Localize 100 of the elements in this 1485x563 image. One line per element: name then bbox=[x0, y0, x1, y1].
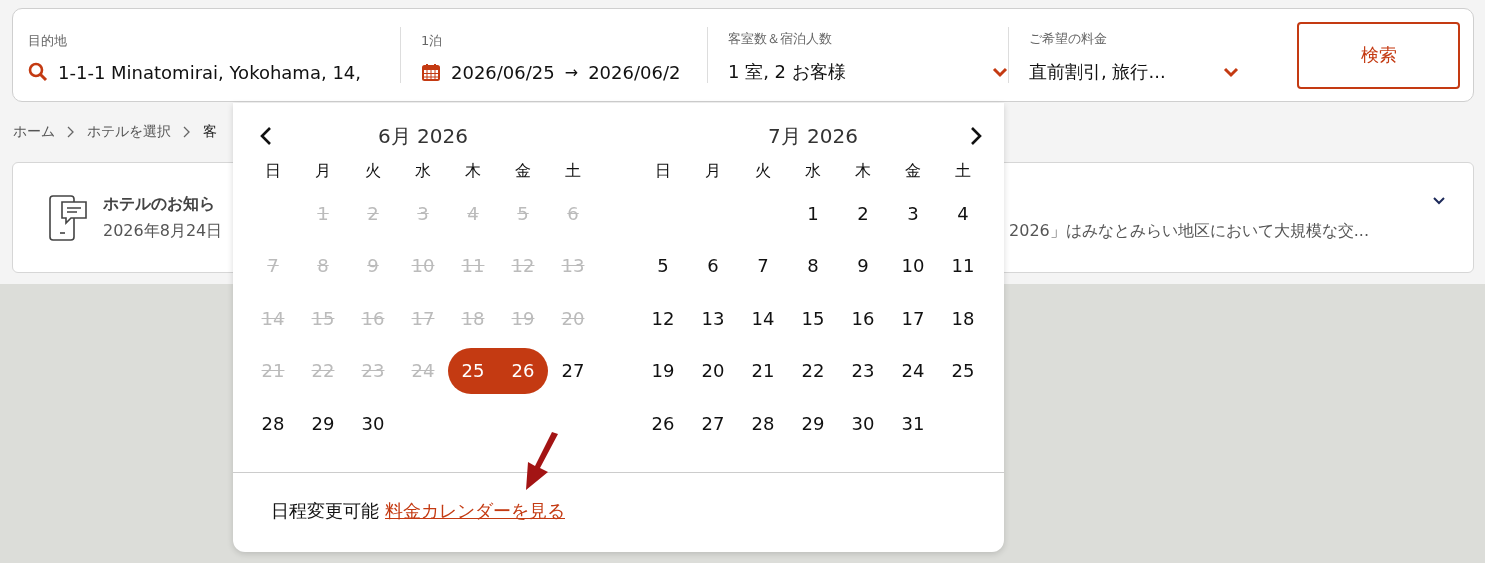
calendar-day: 8 bbox=[298, 242, 348, 289]
calendar-day[interactable]: 28 bbox=[738, 400, 788, 447]
calendar-day[interactable]: 25 bbox=[938, 347, 988, 394]
calendar-day[interactable]: 9 bbox=[838, 242, 888, 289]
calendar-day[interactable]: 11 bbox=[938, 242, 988, 289]
calendar-day[interactable]: 4 bbox=[938, 190, 988, 237]
phone-message-icon bbox=[49, 194, 89, 241]
calendar-day[interactable]: 30 bbox=[348, 400, 398, 447]
rate-calendar-link[interactable]: 料金カレンダーを見る bbox=[385, 499, 565, 523]
destination-field[interactable]: 1-1-1 Minatomirai, Yokohama, 14, bbox=[58, 61, 361, 83]
calendar-day[interactable]: 26 bbox=[638, 400, 688, 447]
calendar-day: 19 bbox=[498, 295, 548, 342]
check-out-date[interactable]: 2026/06/2 bbox=[588, 61, 681, 83]
calendar-day[interactable]: 17 bbox=[888, 295, 938, 342]
calendar-day[interactable]: 27 bbox=[548, 347, 598, 394]
calendar-day[interactable]: 14 bbox=[738, 295, 788, 342]
calendar-day[interactable]: 5 bbox=[638, 242, 688, 289]
breadcrumb-link[interactable]: ホテルを選択 bbox=[87, 123, 171, 141]
search-button[interactable]: 検索 bbox=[1297, 21, 1460, 89]
calendar-icon bbox=[421, 62, 441, 82]
calendar-day: 3 bbox=[398, 190, 448, 237]
calendar-day: 20 bbox=[548, 295, 598, 342]
calendar-day[interactable]: 23 bbox=[838, 347, 888, 394]
weekday-label: 木 bbox=[464, 159, 482, 182]
weekday-label: 金 bbox=[904, 159, 922, 182]
field-label: 1泊 bbox=[421, 31, 444, 50]
breadcrumb-current: 客 bbox=[203, 123, 217, 141]
month-title: 7月 2026 bbox=[768, 122, 858, 150]
calendar-day[interactable]: 21 bbox=[738, 347, 788, 394]
calendar-day: 18 bbox=[448, 295, 498, 342]
calendar-day[interactable]: 1 bbox=[788, 190, 838, 237]
calendar-day[interactable]: 24 bbox=[888, 347, 938, 394]
weekday-label: 月 bbox=[314, 159, 332, 182]
calendar-day: 12 bbox=[498, 242, 548, 289]
breadcrumb-link[interactable]: ホーム bbox=[13, 123, 55, 141]
chevron-down-icon bbox=[1223, 66, 1239, 78]
weekday-label: 水 bbox=[414, 159, 432, 182]
calendar-day: 14 bbox=[248, 295, 298, 342]
calendar-day[interactable]: 2 bbox=[838, 190, 888, 237]
calendar-day: 10 bbox=[398, 242, 448, 289]
calendar-day[interactable]: 10 bbox=[888, 242, 938, 289]
guests-dropdown[interactable]: 1 室, 2 お客様 bbox=[728, 60, 846, 84]
weekday-label: 日 bbox=[654, 159, 672, 182]
calendar-day: 6 bbox=[548, 190, 598, 237]
calendar-day[interactable]: 12 bbox=[638, 295, 688, 342]
weekday-label: 水 bbox=[804, 159, 822, 182]
notice-title: ホテルのお知ら bbox=[103, 193, 215, 215]
calendar-day[interactable]: 22 bbox=[788, 347, 838, 394]
calendar-day[interactable]: 26 bbox=[498, 347, 548, 394]
calendar-day: 22 bbox=[298, 347, 348, 394]
calendar-day: 1 bbox=[298, 190, 348, 237]
calendar-day[interactable]: 27 bbox=[688, 400, 738, 447]
calendar-day[interactable]: 25 bbox=[448, 347, 498, 394]
rate-dropdown[interactable]: 直前割引, 旅行... bbox=[1029, 60, 1166, 84]
weekday-label: 火 bbox=[754, 159, 772, 182]
calendar-day: 2 bbox=[348, 190, 398, 237]
weekday-label: 土 bbox=[954, 159, 972, 182]
calendar-day[interactable]: 16 bbox=[838, 295, 888, 342]
calendar-day: 11 bbox=[448, 242, 498, 289]
calendar-day[interactable]: 29 bbox=[788, 400, 838, 447]
weekday-label: 日 bbox=[264, 159, 282, 182]
weekday-label: 土 bbox=[564, 159, 582, 182]
calendar-day[interactable]: 7 bbox=[738, 242, 788, 289]
calendar-day[interactable]: 8 bbox=[788, 242, 838, 289]
calendar-day: 21 bbox=[248, 347, 298, 394]
calendar-day: 16 bbox=[348, 295, 398, 342]
chevron-right-icon bbox=[67, 126, 75, 138]
flexible-dates-text: 日程変更可能 bbox=[271, 499, 379, 523]
calendar-day: 15 bbox=[298, 295, 348, 342]
weekday-label: 月 bbox=[704, 159, 722, 182]
field-label: ご希望の料金 bbox=[1029, 30, 1108, 48]
weekday-label: 木 bbox=[854, 159, 872, 182]
calendar-day: 13 bbox=[548, 242, 598, 289]
chevron-down-icon[interactable] bbox=[1433, 197, 1445, 205]
calendar-day[interactable]: 6 bbox=[688, 242, 738, 289]
calendar-day[interactable]: 30 bbox=[838, 400, 888, 447]
calendar-day[interactable]: 3 bbox=[888, 190, 938, 237]
chevron-right-icon[interactable] bbox=[970, 126, 982, 146]
calendar-day[interactable]: 19 bbox=[638, 347, 688, 394]
calendar-day[interactable]: 18 bbox=[938, 295, 988, 342]
calendar-day: 17 bbox=[398, 295, 448, 342]
check-in-date[interactable]: 2026/06/25 bbox=[451, 61, 555, 83]
calendar-day[interactable]: 13 bbox=[688, 295, 738, 342]
field-label: 目的地 bbox=[28, 31, 68, 50]
calendar-day[interactable]: 15 bbox=[788, 295, 838, 342]
chevron-right-icon bbox=[183, 126, 191, 138]
month-title: 6月 2026 bbox=[378, 122, 468, 150]
calendar-day[interactable]: 28 bbox=[248, 400, 298, 447]
calendar-day: 9 bbox=[348, 242, 398, 289]
weekday-label: 火 bbox=[364, 159, 382, 182]
chevron-left-icon[interactable] bbox=[260, 126, 272, 146]
calendar-day: 23 bbox=[348, 347, 398, 394]
calendar-day: 4 bbox=[448, 190, 498, 237]
notice-date: 2026年8月24日 bbox=[103, 220, 223, 242]
calendar-day[interactable]: 31 bbox=[888, 400, 938, 447]
calendar-day: 24 bbox=[398, 347, 448, 394]
calendar-day: 7 bbox=[248, 242, 298, 289]
calendar-day: 5 bbox=[498, 190, 548, 237]
calendar-day[interactable]: 20 bbox=[688, 347, 738, 394]
calendar-day[interactable]: 29 bbox=[298, 400, 348, 447]
